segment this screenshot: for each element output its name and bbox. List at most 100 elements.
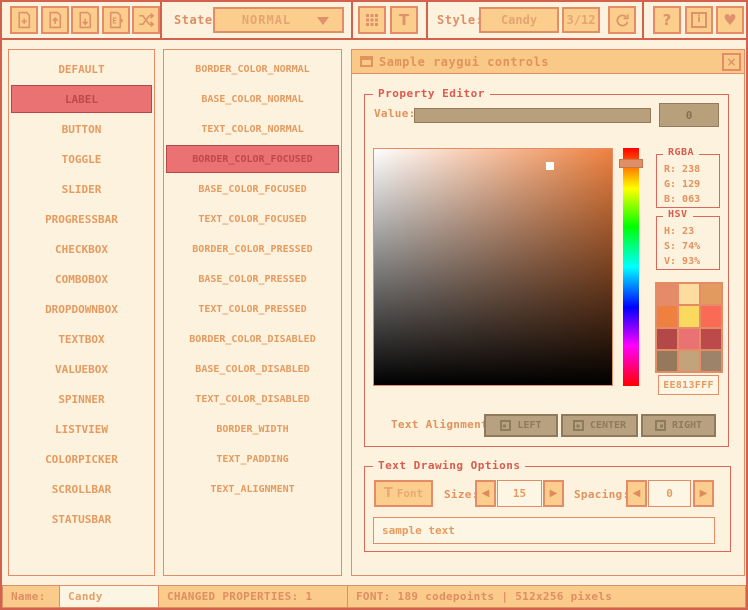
control-item-colorpicker[interactable]: COLORPICKER	[11, 445, 152, 473]
align-left-icon	[500, 420, 511, 431]
property-item[interactable]: BORDER_WIDTH	[166, 415, 339, 443]
close-button[interactable]: ×	[722, 53, 741, 71]
about-button[interactable]: i	[685, 6, 713, 34]
hex-color-input[interactable]: EE813FFF	[658, 375, 719, 395]
text-alignment-label: Text Alignment:	[391, 418, 495, 431]
color-picker-sv[interactable]	[373, 148, 613, 386]
align-left-button[interactable]: LEFT	[484, 414, 558, 437]
style-name-text: Candy	[68, 590, 103, 603]
property-item[interactable]: TEXT_COLOR_DISABLED	[166, 385, 339, 413]
property-item-selected[interactable]: BORDER_COLOR_FOCUSED	[166, 145, 339, 173]
text-tool-button[interactable]: T	[390, 6, 418, 34]
value-box[interactable]: 0	[659, 103, 719, 127]
palette-swatch-border-disabled[interactable]	[657, 351, 677, 371]
control-item-toggle[interactable]: TOGGLE	[11, 145, 152, 173]
help-icon: ?	[663, 13, 672, 28]
palette-swatch-text-focused[interactable]	[701, 306, 721, 326]
palette-swatch-text-normal[interactable]	[701, 284, 721, 304]
size-decrement-button[interactable]: ◀	[475, 480, 496, 507]
control-item-dropdownbox[interactable]: DROPDOWNBOX	[11, 295, 152, 323]
property-item[interactable]: BASE_COLOR_FOCUSED	[166, 175, 339, 203]
app-border	[0, 0, 748, 2]
palette-swatch-text-pressed[interactable]	[701, 329, 721, 349]
save-file-button[interactable]	[71, 6, 99, 34]
palette-swatch-border-normal[interactable]	[657, 284, 677, 304]
size-value-box[interactable]: 15	[497, 480, 542, 507]
reload-icon	[614, 12, 631, 29]
font-button[interactable]: T Font	[374, 480, 433, 507]
control-item-combobox[interactable]: COMBOBOX	[11, 265, 152, 293]
size-increment-button[interactable]: ▶	[543, 480, 564, 507]
size-label: Size:	[444, 488, 479, 501]
spacing-value-box[interactable]: 0	[648, 480, 691, 507]
palette-swatch-base-disabled[interactable]	[679, 351, 699, 371]
property-item[interactable]: TEXT_ALIGNMENT	[166, 475, 339, 503]
property-item[interactable]: TEXT_COLOR_NORMAL	[166, 115, 339, 143]
property-item[interactable]: BORDER_COLOR_NORMAL	[166, 55, 339, 83]
control-item-spinner[interactable]: SPINNER	[11, 385, 152, 413]
style-name-button[interactable]: Candy	[479, 7, 559, 33]
grid-icon	[364, 12, 380, 28]
hue-bar[interactable]	[623, 148, 639, 386]
sample-text-input[interactable]: sample text	[373, 517, 715, 544]
sponsor-button[interactable]: ♥	[716, 6, 744, 34]
control-item-listview[interactable]: LISTVIEW	[11, 415, 152, 443]
style-name-input[interactable]: Candy	[59, 585, 159, 608]
property-item[interactable]: BORDER_COLOR_DISABLED	[166, 325, 339, 353]
font-T-icon: T	[384, 487, 393, 500]
window-title-bar[interactable]: Sample raygui controls ×	[352, 50, 744, 74]
sample-window: Sample raygui controls × Property Editor…	[351, 49, 745, 576]
property-item[interactable]: BASE_COLOR_DISABLED	[166, 355, 339, 383]
sv-selector[interactable]	[546, 162, 554, 170]
rgba-g-value: G: 129	[664, 177, 719, 192]
randomize-style-button[interactable]	[132, 6, 160, 34]
property-item[interactable]: BASE_COLOR_NORMAL	[166, 85, 339, 113]
control-item-label[interactable]: LABEL	[11, 85, 152, 113]
control-item-scrollbar[interactable]: SCROLLBAR	[11, 475, 152, 503]
spacing-increment-button[interactable]: ▶	[693, 480, 714, 507]
control-item-button[interactable]: BUTTON	[11, 115, 152, 143]
align-center-icon	[573, 420, 584, 431]
property-item[interactable]: TEXT_COLOR_FOCUSED	[166, 205, 339, 233]
palette-swatch-base-normal[interactable]	[679, 284, 699, 304]
property-item[interactable]: BASE_COLOR_PRESSED	[166, 265, 339, 293]
hue-slider-handle[interactable]	[619, 159, 643, 168]
style-label: Style:	[437, 13, 483, 27]
control-item-slider[interactable]: SLIDER	[11, 175, 152, 203]
info-icon-glyph: i	[697, 15, 700, 25]
control-item-statusbar[interactable]: STATUSBAR	[11, 505, 152, 533]
property-item[interactable]: BORDER_COLOR_PRESSED	[166, 235, 339, 263]
state-dropdown[interactable]: NORMAL	[213, 7, 344, 33]
palette-swatch-base-pressed[interactable]	[679, 329, 699, 349]
control-item-checkbox[interactable]: CHECKBOX	[11, 235, 152, 263]
name-label: Name:	[11, 590, 46, 603]
palette-swatch-border-pressed[interactable]	[657, 329, 677, 349]
new-file-button[interactable]	[10, 6, 38, 34]
value-slider[interactable]	[414, 108, 651, 123]
rgba-panel: RGBA R: 238 G: 129 B: 063	[656, 154, 720, 208]
control-item-default[interactable]: DEFAULT	[11, 55, 152, 83]
properties-listview: BORDER_COLOR_NORMAL BASE_COLOR_NORMAL TE…	[163, 49, 342, 576]
grid-view-button[interactable]	[358, 6, 386, 34]
control-item-progressbar[interactable]: PROGRESSBAR	[11, 205, 152, 233]
help-button[interactable]: ?	[653, 6, 681, 34]
align-right-label: RIGHT	[672, 420, 702, 431]
reload-style-button[interactable]	[608, 6, 636, 34]
align-right-button[interactable]: RIGHT	[641, 414, 716, 437]
property-item[interactable]: TEXT_COLOR_PRESSED	[166, 295, 339, 323]
export-file-icon: E	[107, 11, 125, 29]
new-file-icon	[15, 11, 33, 29]
export-file-button[interactable]: E	[102, 6, 130, 34]
palette-swatch-base-focused[interactable]	[679, 306, 699, 326]
control-item-valuebox[interactable]: VALUEBOX	[11, 355, 152, 383]
control-item-textbox[interactable]: TEXTBOX	[11, 325, 152, 353]
font-status: FONT: 189 codepoints | 512x256 pixels	[347, 585, 746, 608]
load-file-button[interactable]	[41, 6, 69, 34]
palette-swatch-text-disabled[interactable]	[701, 351, 721, 371]
align-left-label: LEFT	[517, 420, 541, 431]
align-center-button[interactable]: CENTER	[561, 414, 638, 437]
spacing-decrement-button[interactable]: ◀	[626, 480, 647, 507]
property-item[interactable]: TEXT_PADDING	[166, 445, 339, 473]
palette-swatch-border-focused[interactable]	[657, 306, 677, 326]
arrow-right-icon: ▶	[700, 489, 708, 499]
